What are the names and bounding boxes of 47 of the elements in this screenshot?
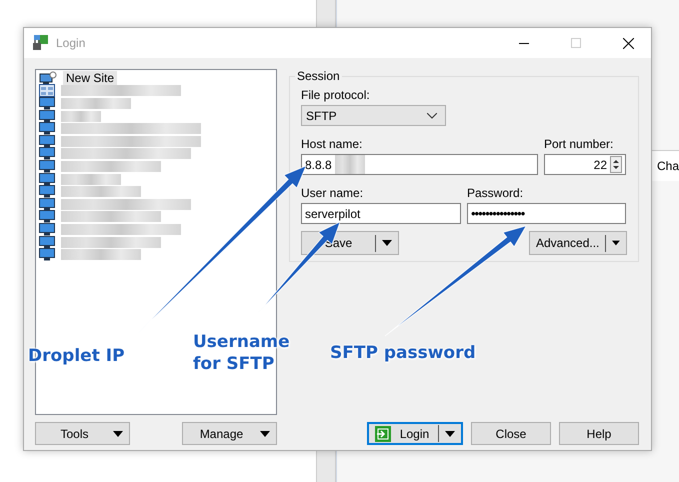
annotation-label: SFTP password	[330, 342, 476, 364]
group-title: Session	[296, 69, 341, 83]
computer-icon	[39, 236, 55, 249]
window-title: Login	[56, 36, 86, 50]
blurred-text	[334, 155, 365, 174]
computer-icon	[39, 172, 55, 186]
computer-icon	[39, 110, 55, 123]
field-label: Password:	[467, 185, 524, 202]
computer-icon	[39, 122, 55, 136]
manage-button[interactable]: Manage	[182, 422, 277, 445]
computer-icon	[39, 160, 55, 173]
field-label: File protocol:	[301, 87, 371, 104]
caret-icon	[260, 430, 270, 436]
computer-icon	[39, 147, 55, 160]
caret-icon	[612, 240, 620, 246]
computer-icon	[39, 248, 55, 262]
password-field[interactable]: •••••••••••••••	[467, 203, 626, 224]
advanced-button[interactable]: Advanced...	[529, 231, 627, 255]
caret-icon	[382, 240, 392, 246]
close-icon[interactable]	[622, 38, 634, 48]
username-field[interactable]: serverpilot	[301, 203, 461, 224]
field-label: User name:	[301, 185, 364, 202]
background-tab[interactable]: Cha	[650, 150, 679, 181]
close-dialog-button[interactable]: Close	[471, 422, 551, 445]
computer-icon	[39, 96, 55, 110]
field-label: Host name:	[301, 136, 364, 153]
caret-icon	[113, 430, 123, 436]
site-item[interactable]: New Site	[63, 71, 118, 86]
port-field[interactable]: 22	[544, 154, 626, 175]
computer-icon	[39, 198, 55, 211]
minimize-icon[interactable]	[519, 42, 529, 44]
computer-icon	[39, 134, 55, 148]
host-field[interactable]: 8.8.8	[301, 154, 538, 175]
workspace-icon	[39, 84, 55, 98]
login-button[interactable]: Login	[367, 422, 463, 445]
help-button[interactable]: Help	[559, 422, 639, 445]
computer-icon	[39, 210, 55, 224]
computer-icon	[39, 222, 55, 236]
spinner-icon	[610, 156, 622, 173]
field-label: Port number:	[544, 136, 614, 153]
caret-icon	[445, 430, 455, 436]
tools-button[interactable]: Tools	[35, 422, 130, 445]
computer-icon	[39, 185, 55, 198]
chevron-icon	[427, 112, 437, 118]
lock-computer-icon	[32, 34, 50, 52]
login-icon	[375, 426, 391, 442]
protocol-dropdown[interactable]: SFTP	[301, 105, 446, 126]
